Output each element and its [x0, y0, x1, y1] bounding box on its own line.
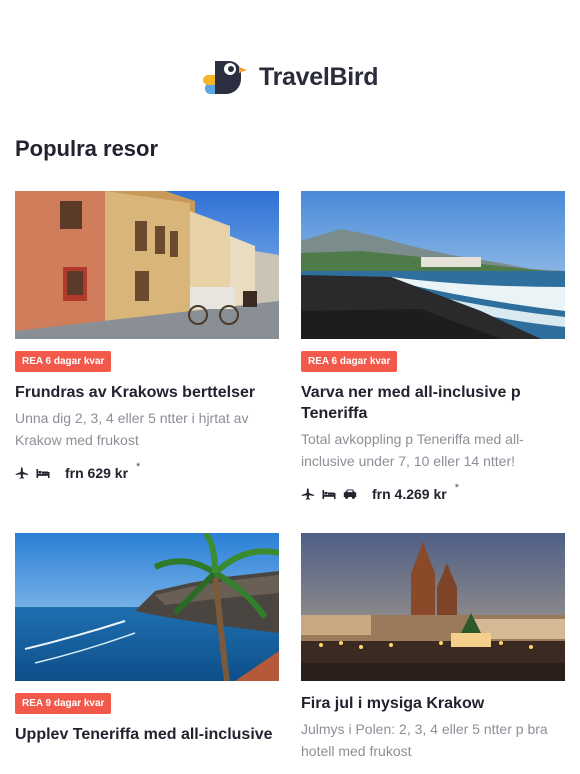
section-title: Populra resor	[15, 136, 159, 161]
sale-badge: REA 6 dagar kvar	[301, 351, 398, 372]
trip-title[interactable]: Frundras av Krakows berttelser	[15, 382, 279, 403]
sale-badge: REA 6 dagar kvar	[15, 351, 112, 372]
trip-price: frn 629 kr	[65, 465, 129, 481]
trip-card[interactable]: REA 6 dagar kvar Frundras av Krakows ber…	[15, 191, 279, 482]
trip-card[interactable]: REA 6 dagar kvar Varva ner med all-inclu…	[301, 191, 565, 503]
price-row: frn 4.269 kr *	[301, 482, 565, 503]
trip-description: Total avkoppling p Teneriffa med all-inc…	[301, 431, 524, 469]
trip-image-tenerife-beach[interactable]	[301, 191, 565, 339]
price-footnote-marker: *	[136, 461, 141, 473]
trip-image-krakow-christmas[interactable]	[301, 533, 565, 681]
trip-title[interactable]: Upplev Teneriffa med all-inclusive	[15, 724, 279, 745]
car-icon	[343, 488, 357, 500]
email-page: TravelBird Populra resor REA 6 dagar kva…	[0, 0, 580, 774]
trip-price: frn 4.269 kr	[372, 486, 447, 502]
trip-image-krakow-street[interactable]	[15, 191, 279, 339]
travelbird-logo-icon	[203, 61, 247, 94]
plane-icon	[301, 488, 315, 500]
trip-title[interactable]: Varva ner med all-inclusive p Teneriffa	[301, 382, 565, 424]
plane-icon	[15, 467, 29, 479]
travelbird-logo[interactable]: TravelBird	[203, 57, 379, 97]
price-row: frn 629 kr *	[15, 461, 279, 482]
price-footnote-marker: *	[454, 482, 459, 494]
brand-name: TravelBird	[259, 62, 379, 91]
bed-icon	[322, 488, 336, 500]
trip-card[interactable]: REA 9 dagar kvar Upplev Teneriffa med al…	[15, 533, 279, 745]
trip-description: Unna dig 2, 3, 4 eller 5 ntter i hjrtat …	[15, 410, 249, 448]
bed-icon	[36, 467, 50, 479]
trip-card[interactable]: Fira jul i mysiga Krakow Julmys i Polen:…	[301, 533, 565, 762]
trip-image-tenerife-cliffs[interactable]	[15, 533, 279, 681]
trip-description: Julmys i Polen: 2, 3, 4 eller 5 ntter p …	[301, 721, 548, 759]
trip-title[interactable]: Fira jul i mysiga Krakow	[301, 693, 565, 714]
sale-badge: REA 9 dagar kvar	[15, 693, 112, 714]
